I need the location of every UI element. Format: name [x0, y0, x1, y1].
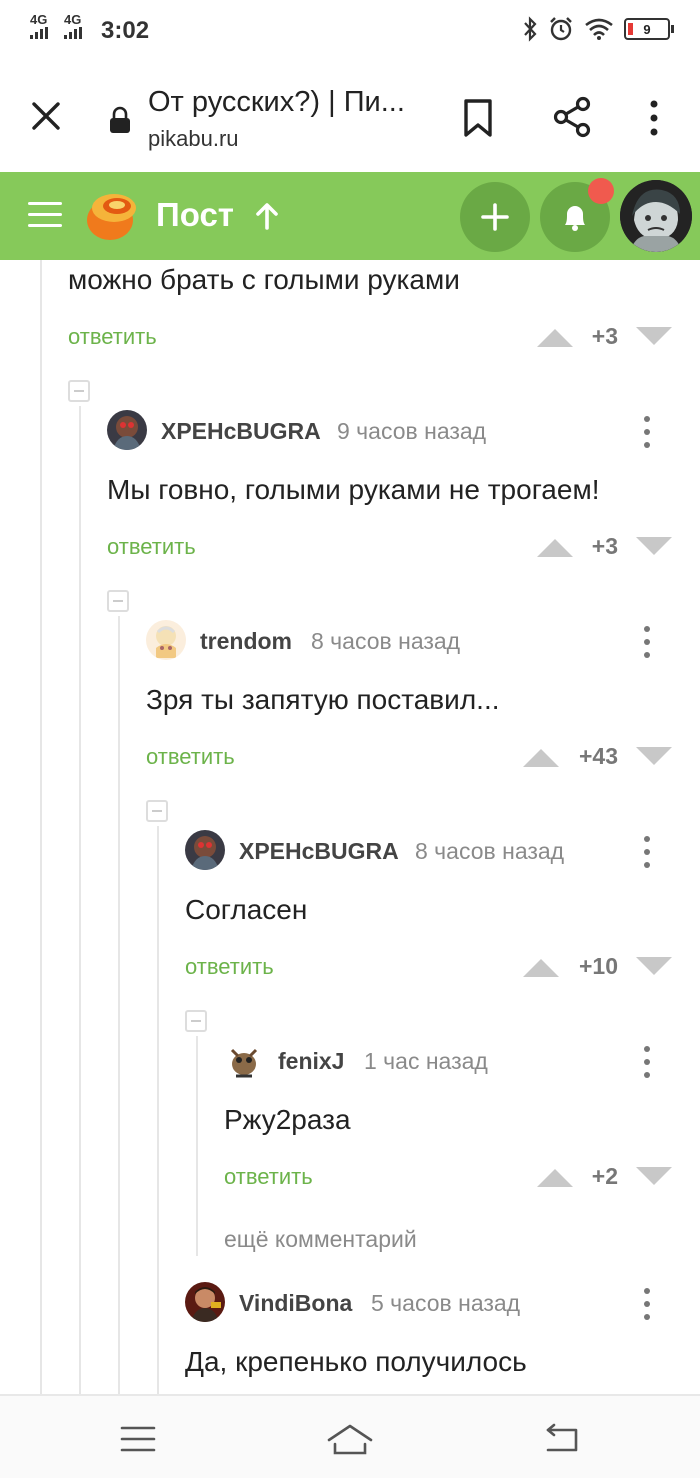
more-vertical-icon[interactable] [642, 98, 666, 138]
comment-thread: можно брать с голыми руками ответить +3 … [0, 260, 700, 1394]
avatar[interactable] [107, 410, 147, 450]
hamburger-menu-icon[interactable] [28, 202, 62, 228]
collapse-button[interactable] [68, 380, 90, 402]
comment-text: Согласен [185, 894, 308, 925]
collapse-button[interactable] [146, 800, 168, 822]
close-icon[interactable] [28, 98, 64, 134]
downvote-icon[interactable] [636, 1167, 672, 1187]
comment-time: 8 часов назад [415, 838, 565, 864]
more-vertical-icon[interactable] [644, 626, 652, 658]
avatar[interactable] [185, 1282, 225, 1322]
bookmark-icon[interactable] [462, 98, 494, 138]
lock-icon [110, 106, 130, 133]
upvote-icon[interactable] [523, 957, 559, 977]
more-comments-link[interactable]: ещё комментарий [224, 1226, 417, 1253]
thread-line [40, 260, 42, 1394]
comment-time: 1 час назад [364, 1048, 488, 1074]
downvote-icon[interactable] [636, 957, 672, 977]
signal-label: 4G [64, 12, 82, 27]
comment-score: +3 [591, 323, 618, 349]
share-icon[interactable] [552, 96, 592, 138]
more-vertical-icon[interactable] [644, 1288, 652, 1320]
more-vertical-icon[interactable] [644, 1046, 652, 1078]
battery-level: 9 [643, 21, 651, 37]
comment-text: Ржу2раза [224, 1104, 351, 1135]
comment-text: Зря ты запятую поставил... [146, 684, 500, 715]
back-icon[interactable] [540, 1422, 584, 1456]
comment-score: +10 [578, 953, 618, 979]
comment-author[interactable]: XPEHcBUGRA [161, 418, 321, 445]
browser-toolbar: От русских?) | Пи... pikabu.ru [0, 62, 700, 172]
comment-text: Да, крепенько получилось [185, 1346, 527, 1377]
comment-text: можно брать с голыми руками [68, 264, 460, 295]
more-vertical-icon[interactable] [644, 416, 652, 448]
reply-button[interactable]: ответить [146, 744, 235, 770]
reply-button[interactable]: ответить [185, 954, 274, 980]
downvote-icon[interactable] [636, 327, 672, 347]
alarm-icon [550, 17, 572, 41]
comment-author[interactable]: trendom [200, 628, 292, 655]
wifi-icon [585, 18, 613, 40]
page-title[interactable]: От русских?) | Пи... [148, 86, 405, 119]
status-bar: 4G 4G 3:02 9 [0, 0, 700, 62]
reply-button[interactable]: ответить [224, 1164, 313, 1190]
signal-icon: 4G [30, 12, 48, 39]
thread-line [157, 826, 159, 1394]
collapse-button[interactable] [185, 1010, 207, 1032]
pikabu-logo[interactable] [84, 188, 140, 244]
more-vertical-icon[interactable] [644, 836, 652, 868]
comment-score: +43 [578, 743, 618, 769]
comment-time: 9 часов назад [337, 418, 487, 444]
comment-author[interactable]: fenixJ [278, 1048, 344, 1075]
downvote-icon[interactable] [636, 747, 672, 767]
upvote-icon[interactable] [523, 747, 559, 767]
battery-icon: 9 [624, 18, 674, 40]
reply-button[interactable]: ответить [107, 534, 196, 560]
comment-author[interactable]: XPEHcBUGRA [239, 838, 399, 865]
header-title: Пост [156, 196, 234, 233]
signal-label: 4G [30, 12, 48, 27]
comment-author[interactable]: VindiBona [239, 1290, 352, 1317]
bell-icon [565, 206, 585, 231]
comment-time: 8 часов назад [311, 628, 461, 654]
comment-time: 5 часов назад [371, 1290, 521, 1316]
thread-line [196, 1036, 198, 1256]
downvote-icon[interactable] [636, 537, 672, 557]
bluetooth-icon [524, 16, 537, 42]
comment-text: Мы говно, голыми руками не трогаем! [107, 474, 600, 505]
home-icon[interactable] [326, 1422, 374, 1456]
thread-line [118, 616, 120, 1394]
site-header: Пост [0, 172, 700, 260]
thread-line [79, 406, 81, 1394]
user-avatar[interactable] [620, 180, 692, 252]
clock: 3:02 [101, 17, 150, 44]
menu-icon[interactable] [116, 1422, 160, 1456]
system-nav-bar [0, 1394, 700, 1478]
comment-score: +3 [591, 533, 618, 559]
avatar[interactable] [185, 830, 225, 870]
reply-button[interactable]: ответить [68, 324, 157, 350]
comment-score: +2 [591, 1163, 618, 1189]
collapse-button[interactable] [107, 590, 129, 612]
add-post-button[interactable] [460, 182, 530, 252]
avatar[interactable] [146, 620, 186, 660]
signal-icon: 4G [64, 12, 82, 39]
notification-dot [588, 178, 614, 204]
avatar[interactable] [224, 1040, 264, 1080]
arrow-up-icon[interactable] [254, 202, 280, 230]
page-url[interactable]: pikabu.ru [148, 126, 239, 152]
plus-icon [481, 203, 509, 231]
